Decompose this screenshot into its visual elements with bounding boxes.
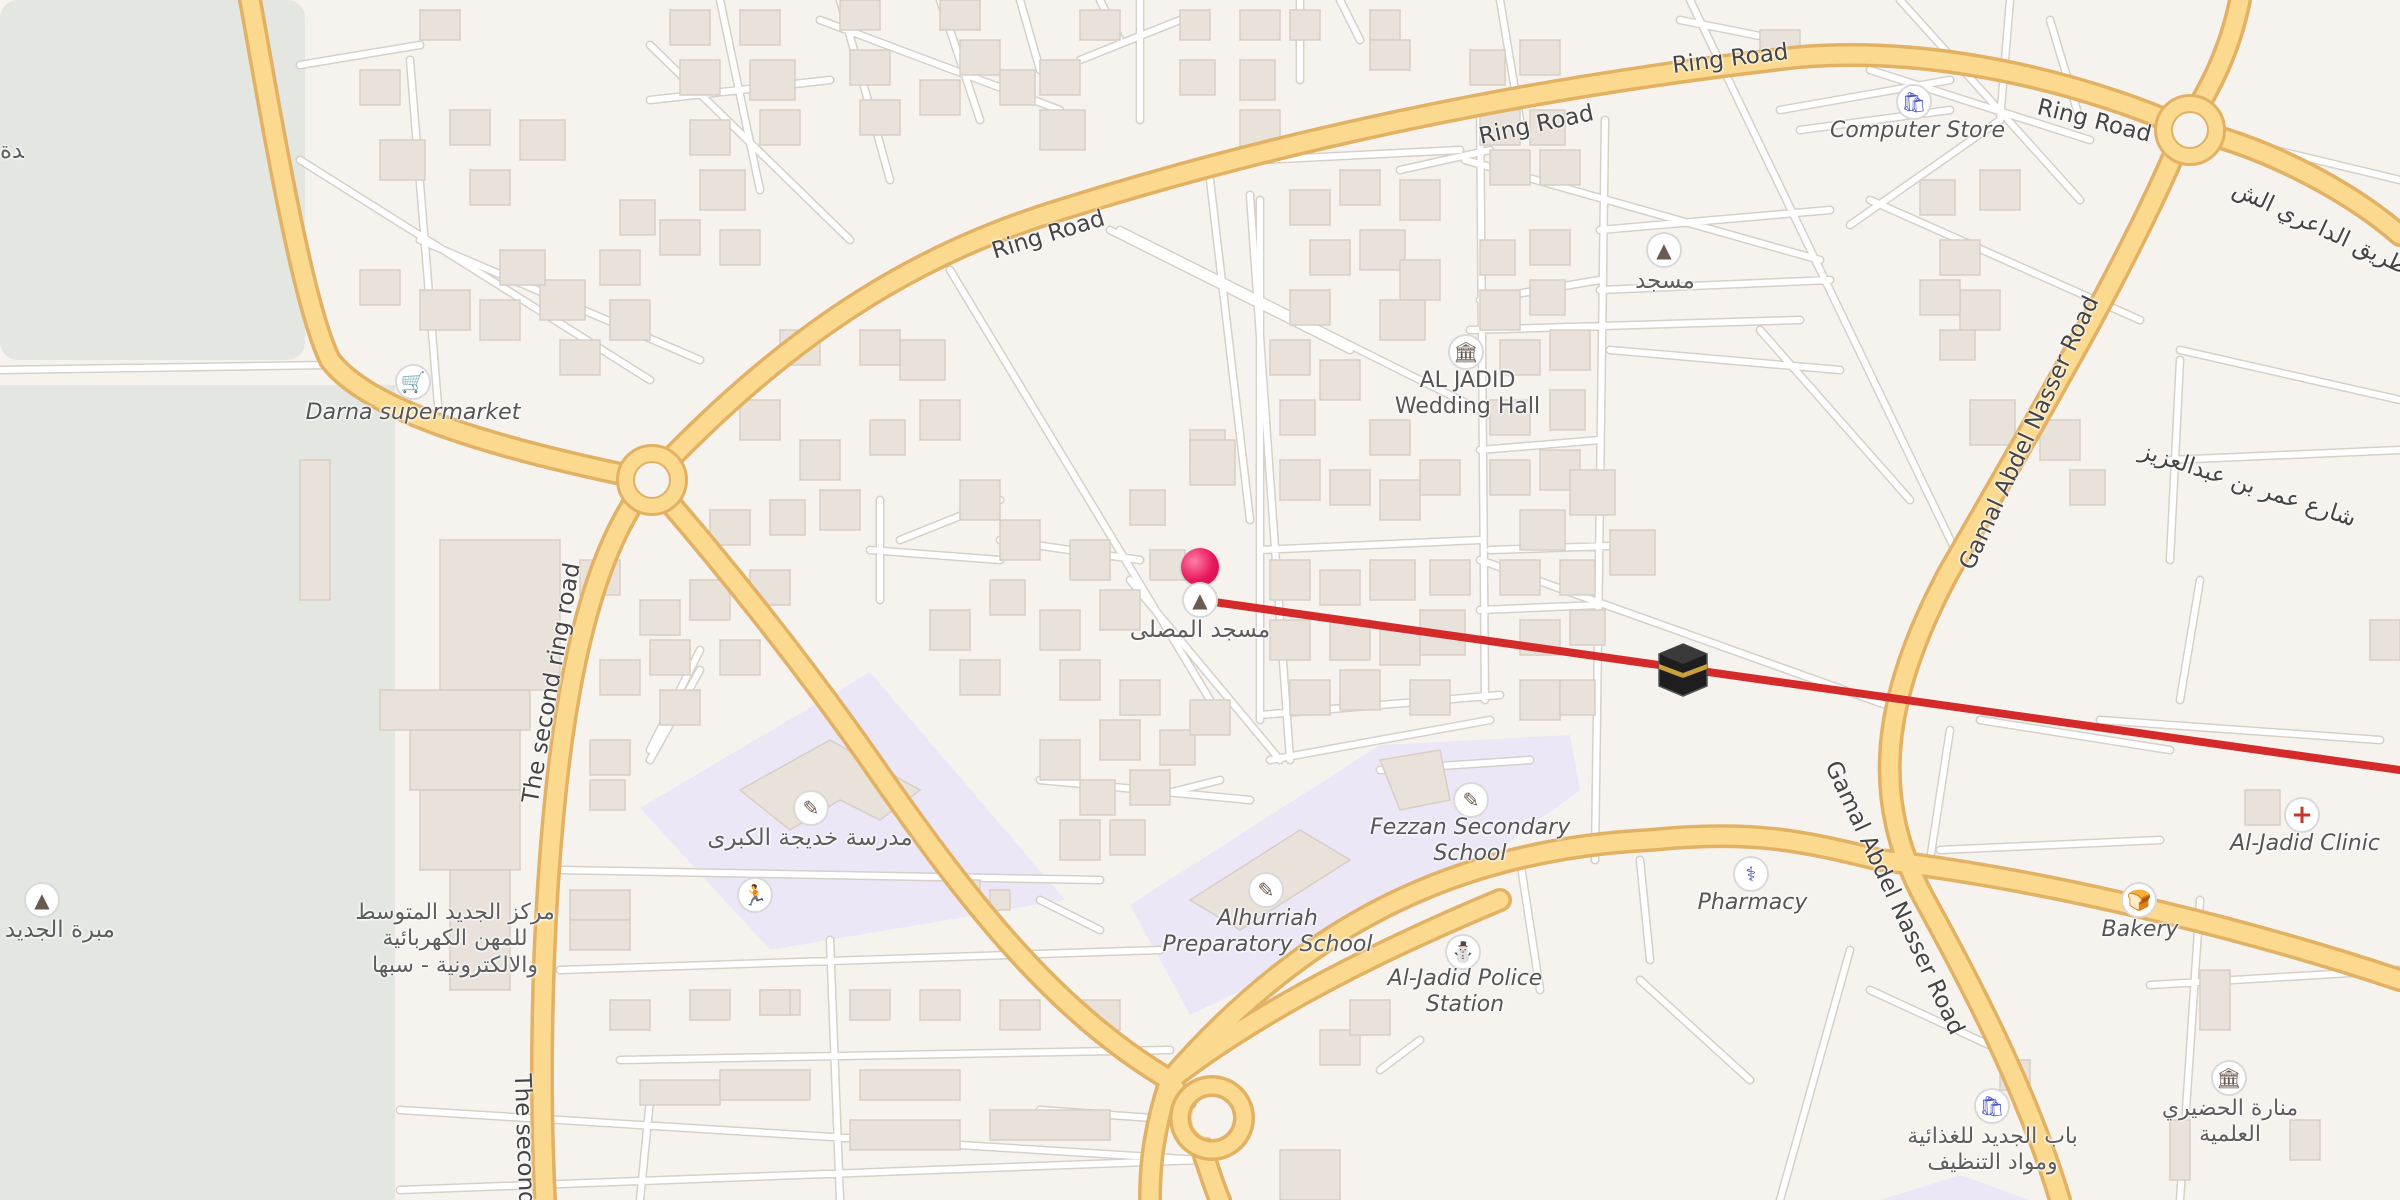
waste-icon[interactable]: ▲ [24,882,60,918]
wedding-hall-label: AL JADID Wedding Hall [1380,368,1555,421]
bab-store-label-line-1: باب الجديد للغذائية [1907,1124,2078,1149]
cart-icon[interactable]: 🛒 [395,364,431,400]
fezzan-school-label: Fezzan Secondary School [1370,815,1570,868]
school-area-bottom-right [1880,1175,2030,1200]
clinic-label: Al-Jadid Clinic [2230,831,2380,856]
police-station-label-line-1: Al-Jadid Police [1387,966,1543,991]
mosque-top-label: مسجد [1635,268,1695,294]
left-edge-label-1: يدة [0,138,24,164]
running-icon[interactable]: 🏃 [737,877,773,913]
police-icon[interactable]: ⛄ [1445,934,1481,970]
bab-store-label: باب الجديد للغذائية ومواد التنظيف [1880,1124,2105,1177]
roundabout-left-center [635,463,669,497]
bakery-label: Bakery [2101,917,2179,942]
pharmacy-icon[interactable]: ⚕ [1733,856,1769,892]
roundabout-right-center [2173,113,2207,147]
school-icon[interactable]: ✎ [793,790,829,826]
fezzan-school-label-line-2: School [1433,841,1507,867]
park-area-bottom-left [0,385,395,1200]
museum-icon[interactable]: 🏛 [1448,334,1484,370]
kaaba-icon[interactable] [1657,642,1709,698]
wedding-hall-label-line-2: Wedding Hall [1394,394,1541,420]
alhurriah-school-label-line-2: Preparatory School [1162,932,1373,958]
roundabout-bottom-center [1192,1098,1232,1138]
buildings [299,0,2400,1200]
darna-supermarket-label: Darna supermarket [305,400,521,425]
police-station-label-line-2: Station [1425,992,1505,1018]
hadiri-label: منارة الحضيري العلمية [2150,1096,2310,1149]
museum-icon[interactable]: 🏛 [2211,1060,2247,1096]
mosque-icon[interactable]: ▲ [1646,232,1682,268]
khadija-school-label: مدرسة خديجة الكبرى [707,825,913,851]
shopping-bag-icon[interactable]: 🛍 [1896,84,1932,120]
center-label-line-1: مركز الجديد المتوسط [355,900,555,925]
alhurriah-school-label-line-1: Alhurriah [1217,906,1318,931]
hadiri-label-line-2: العلمية [2199,1122,2261,1148]
alhurriah-school-label: Alhurriah Preparatory School [1160,906,1375,959]
computer-store-label: Computer Store [1830,118,2005,143]
mosque-icon[interactable]: ▲ [1182,582,1218,618]
shopping-bag-icon[interactable]: 🛍 [1974,1088,2010,1124]
school-icon[interactable]: ✎ [1453,782,1489,818]
center-label: مركز الجديد المتوسط للمهن الكهربائية وال… [330,900,580,979]
fezzan-school-label-line-1: Fezzan Secondary [1370,815,1571,840]
mosque-pin-label: مسجد المصلى [1129,617,1271,643]
road-label-second-ring-road-2: The second r [508,1073,541,1200]
bakery-icon[interactable]: 🍞 [2121,882,2157,918]
police-station-label: Al-Jadid Police Station [1375,966,1555,1019]
pharmacy-label: Pharmacy [1697,890,1808,915]
map-pin-icon[interactable] [1181,548,1219,586]
school-icon[interactable]: ✎ [1248,872,1284,908]
left-edge-label-2: مبرة الجديد [4,917,115,943]
center-label-line-3: والالكترونية - سبها [372,952,538,978]
cross-icon[interactable]: + [2284,797,2320,833]
hadiri-label-line-1: منارة الحضيري [2161,1096,2299,1121]
center-label-line-2: للمهن الكهربائية [382,926,528,952]
wedding-hall-label-line-1: AL JADID [1419,368,1516,393]
map-canvas[interactable]: Ring Road Ring Road Ring Road Ring Road … [0,0,2400,1200]
bab-store-label-line-2: ومواد التنظيف [1927,1150,2058,1176]
